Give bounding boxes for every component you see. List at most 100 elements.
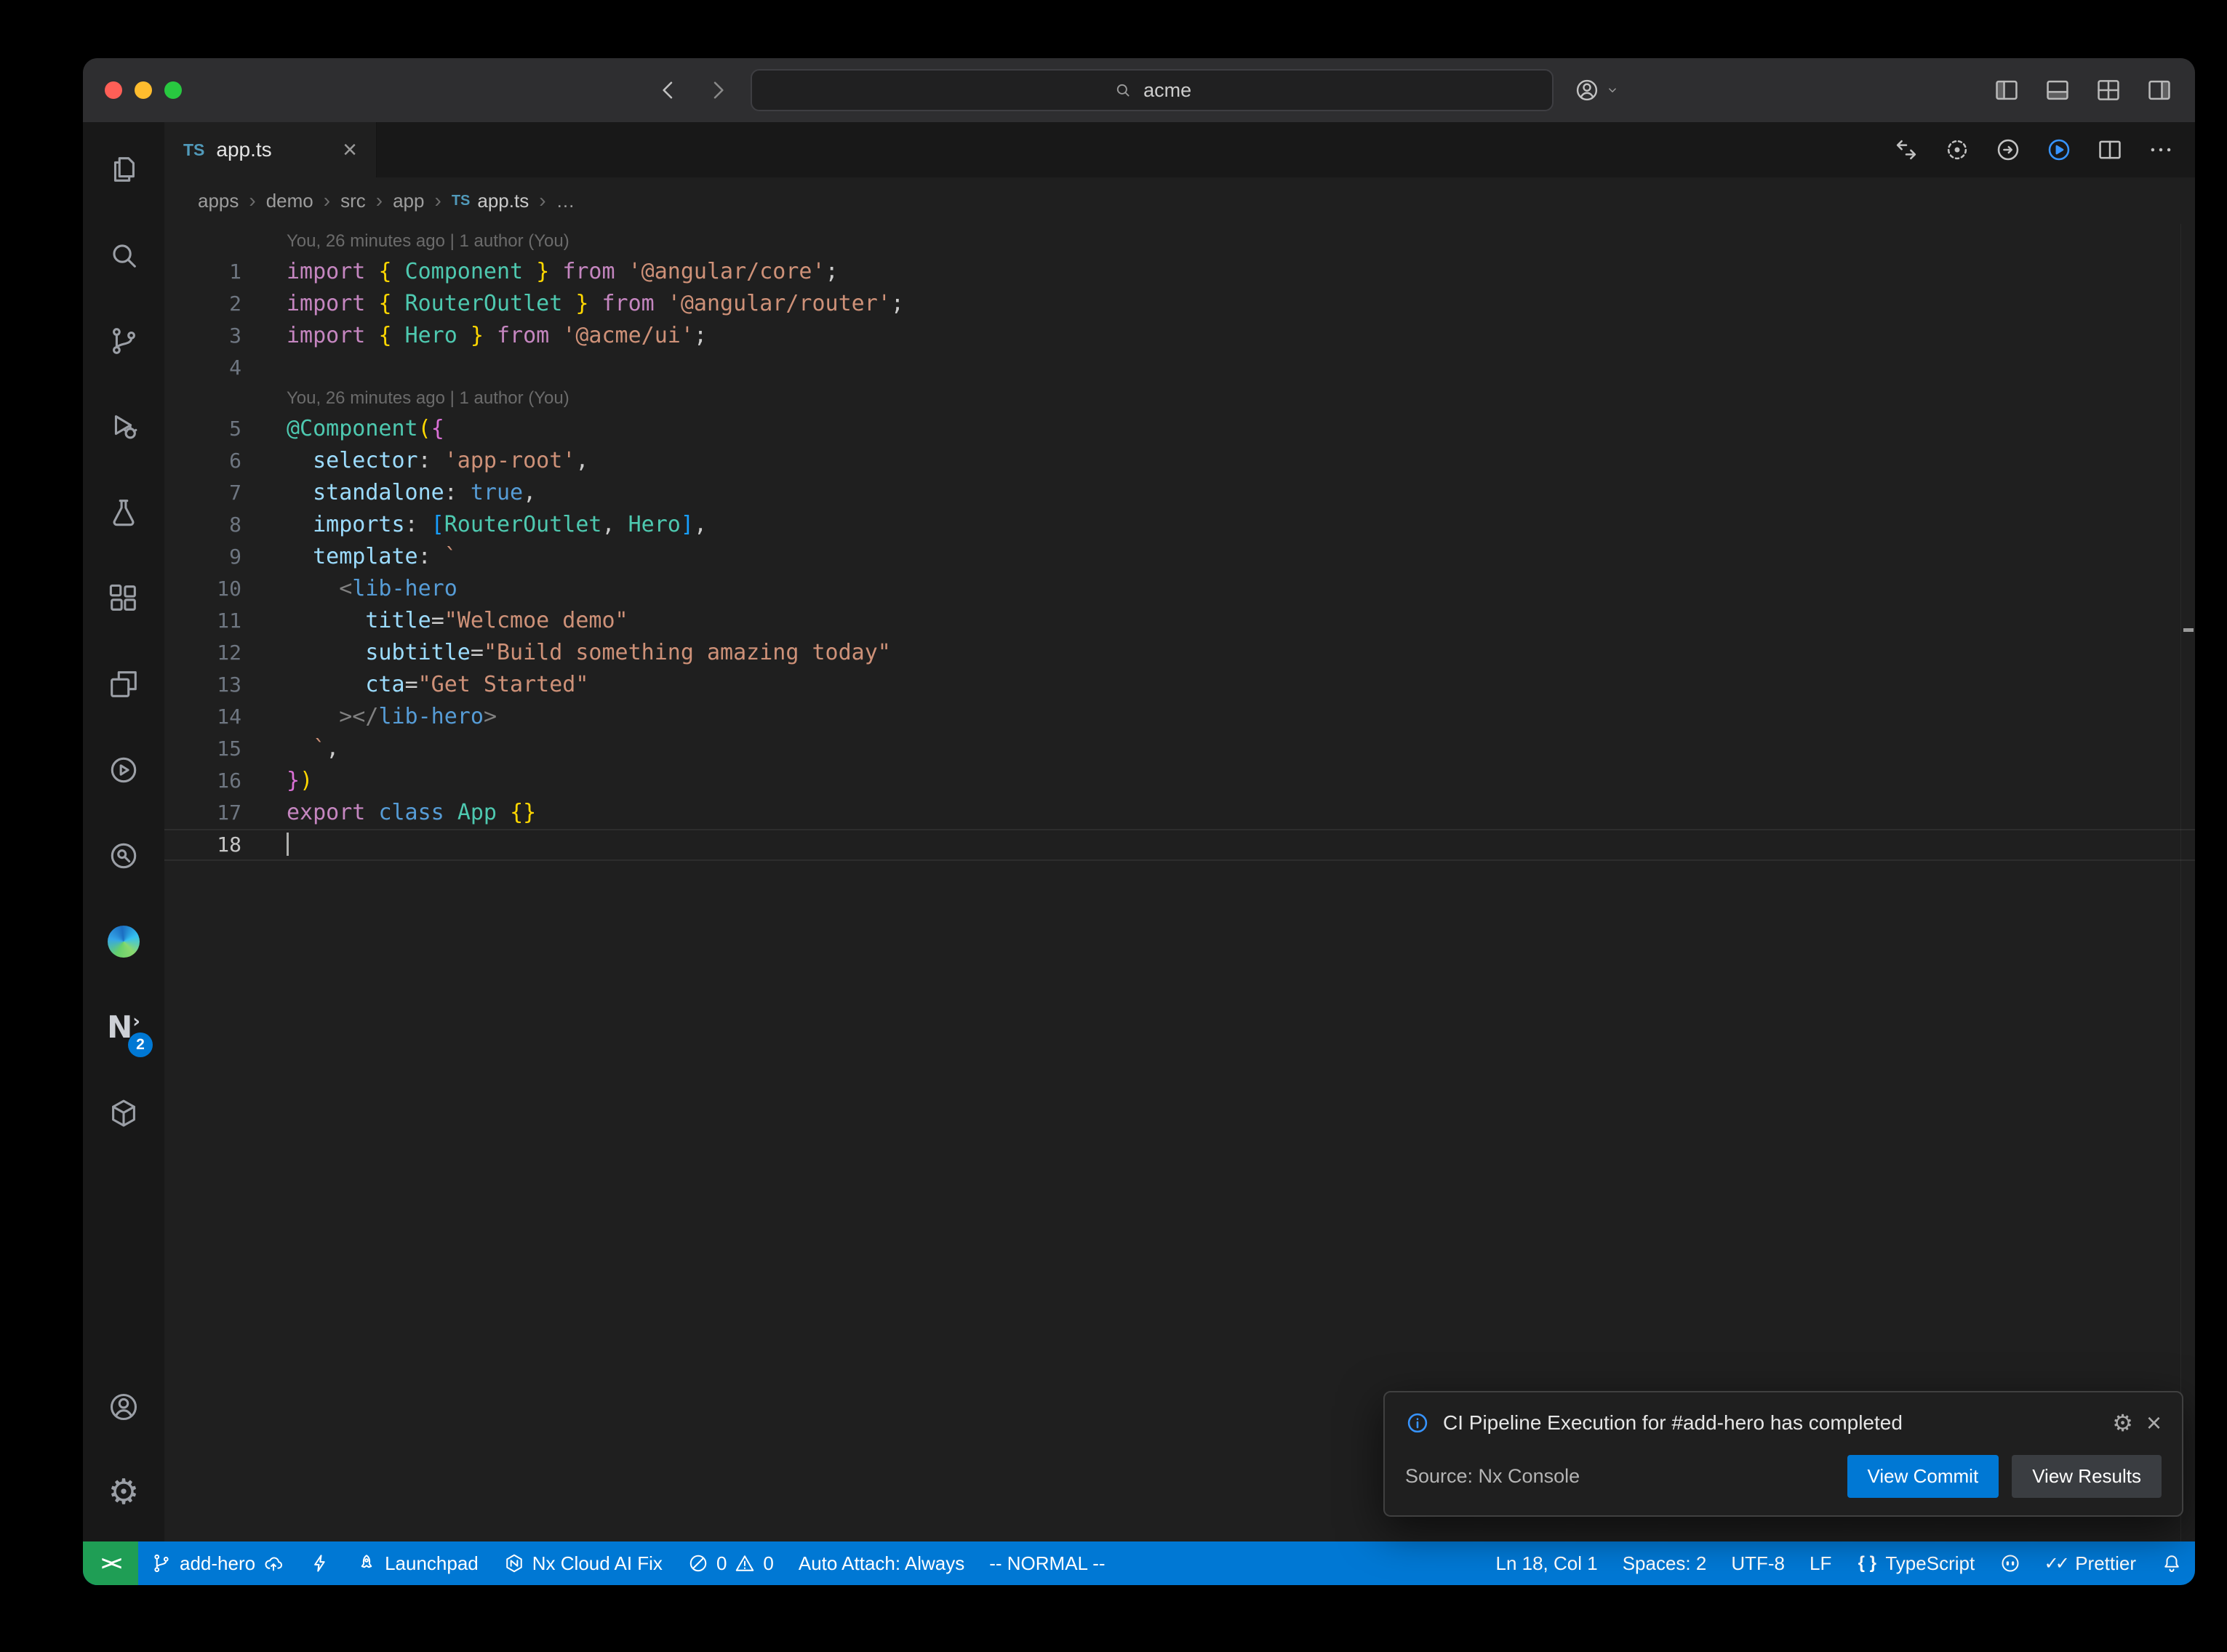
view-results-button[interactable]: View Results xyxy=(2012,1455,2162,1498)
line-number[interactable]: 7 xyxy=(164,477,287,509)
status-nx-cloud-ai-fix[interactable]: Nx Cloud AI Fix xyxy=(491,1541,675,1585)
line-number[interactable]: 11 xyxy=(164,605,287,637)
blame-toggle-icon[interactable] xyxy=(1943,136,1971,164)
line-number[interactable]: 14 xyxy=(164,701,287,733)
status-prettier[interactable]: ✓✓Prettier xyxy=(2034,1541,2148,1585)
code-line-6[interactable]: 6 selector: 'app-root', xyxy=(164,445,2195,477)
line-number[interactable]: 4 xyxy=(164,352,287,384)
tab-app-ts[interactable]: TS app.ts × xyxy=(164,122,377,177)
customize-layout-icon[interactable] xyxy=(2095,76,2122,104)
activity-run-debug-button[interactable] xyxy=(83,384,164,470)
activity-run-targets-button[interactable] xyxy=(83,727,164,813)
code-line-13[interactable]: 13 cta="Get Started" xyxy=(164,669,2195,701)
line-number[interactable]: 18 xyxy=(164,829,287,861)
minimize-window-button[interactable] xyxy=(135,81,152,99)
notification-settings-icon[interactable]: ⚙ xyxy=(2112,1411,2133,1435)
code-line-15[interactable]: 15 `, xyxy=(164,733,2195,765)
line-number[interactable]: 12 xyxy=(164,637,287,669)
split-editor-icon[interactable] xyxy=(2096,136,2124,164)
line-number[interactable]: 13 xyxy=(164,669,287,701)
history-nav xyxy=(655,76,732,104)
status-copilot[interactable] xyxy=(1987,1541,2034,1585)
activity-package-explorer-button[interactable] xyxy=(83,1070,164,1156)
more-actions-icon[interactable] xyxy=(2147,136,2175,164)
code-line-3[interactable]: 3import { Hero } from '@acme/ui'; xyxy=(164,320,2195,352)
status-eol[interactable]: LF xyxy=(1797,1541,1844,1585)
close-window-button[interactable] xyxy=(105,81,122,99)
breadcrumb-item[interactable]: src xyxy=(340,190,366,212)
status-auto-attach[interactable]: Auto Attach: Always xyxy=(786,1541,977,1585)
open-changes-icon[interactable] xyxy=(1892,136,1920,164)
line-number[interactable]: 5 xyxy=(164,413,287,445)
code-line-4[interactable]: 4 xyxy=(164,352,2195,384)
toggle-panel-icon[interactable] xyxy=(2044,76,2071,104)
code-line-1[interactable]: 1import { Component } from '@angular/cor… xyxy=(164,256,2195,288)
code-editor[interactable]: You, 26 minutes ago | 1 author (You)1imp… xyxy=(164,224,2195,1541)
line-number[interactable]: 3 xyxy=(164,320,287,352)
code-line-5[interactable]: 5@Component({ xyxy=(164,413,2195,445)
view-commit-button[interactable]: View Commit xyxy=(1847,1455,1999,1498)
forward-icon[interactable] xyxy=(704,76,732,104)
line-number[interactable]: 16 xyxy=(164,765,287,797)
activity-layers-view-button[interactable] xyxy=(83,641,164,727)
code-line-8[interactable]: 8 imports: [RouterOutlet, Hero], xyxy=(164,509,2195,541)
breadcrumb-file[interactable]: TSapp.ts xyxy=(452,190,529,212)
activity-edge-browser-button[interactable] xyxy=(83,899,164,985)
activity-code-search-button[interactable] xyxy=(83,813,164,899)
layout-controls xyxy=(1993,76,2173,104)
overview-ruler[interactable] xyxy=(2180,224,2195,1541)
go-to-symbol-icon[interactable] xyxy=(1994,136,2022,164)
status-indentation[interactable]: Spaces: 2 xyxy=(1610,1541,1719,1585)
code-line-9[interactable]: 9 template: ` xyxy=(164,541,2195,573)
line-number[interactable]: 15 xyxy=(164,733,287,765)
status-cursor-position[interactable]: Ln 18, Col 1 xyxy=(1483,1541,1610,1585)
status-vim-mode[interactable]: -- NORMAL -- xyxy=(977,1541,1117,1585)
activity-settings-button[interactable]: ⚙ xyxy=(83,1450,164,1536)
close-tab-icon[interactable]: × xyxy=(343,136,357,164)
toggle-primary-sidebar-icon[interactable] xyxy=(1993,76,2020,104)
activity-testing-button[interactable] xyxy=(83,470,164,556)
activity-accounts-button[interactable] xyxy=(83,1364,164,1450)
account-menu[interactable] xyxy=(1574,77,1620,103)
remote-indicator[interactable]: >< xyxy=(83,1541,138,1585)
line-number[interactable]: 17 xyxy=(164,797,287,829)
breadcrumb-item[interactable]: demo xyxy=(266,190,313,212)
activity-nx-console-button[interactable]: N›2 xyxy=(83,985,164,1070)
close-notification-icon[interactable]: × xyxy=(2146,1410,2162,1436)
run-file-icon[interactable] xyxy=(2045,136,2073,164)
code-line-18[interactable]: 18 xyxy=(164,829,2195,861)
line-number[interactable]: 8 xyxy=(164,509,287,541)
status-problems[interactable]: 00 xyxy=(675,1541,786,1585)
command-center-search[interactable]: acme xyxy=(751,69,1554,111)
breadcrumb-item[interactable]: apps xyxy=(198,190,239,212)
code-line-16[interactable]: 16}) xyxy=(164,765,2195,797)
line-number[interactable]: 10 xyxy=(164,573,287,605)
breadcrumb-symbol[interactable]: … xyxy=(556,190,575,212)
line-number[interactable]: 1 xyxy=(164,256,287,288)
status-notifications[interactable] xyxy=(2148,1541,2195,1585)
breadcrumb-item[interactable]: app xyxy=(393,190,424,212)
toggle-secondary-sidebar-icon[interactable] xyxy=(2146,76,2173,104)
status-bolt[interactable] xyxy=(297,1541,343,1585)
status-language-mode[interactable]: { }TypeScript xyxy=(1844,1541,1987,1585)
activity-explorer-button[interactable] xyxy=(83,127,164,212)
code-line-14[interactable]: 14 ></lib-hero> xyxy=(164,701,2195,733)
code-text: import { Hero } from '@acme/ui'; xyxy=(287,320,2195,352)
code-line-17[interactable]: 17export class App {} xyxy=(164,797,2195,829)
activity-source-control-button[interactable] xyxy=(83,298,164,384)
status-launchpad[interactable]: Launchpad xyxy=(343,1541,491,1585)
line-number[interactable]: 9 xyxy=(164,541,287,573)
status-branch[interactable]: add-hero xyxy=(138,1541,297,1585)
activity-search-button[interactable] xyxy=(83,212,164,298)
code-line-12[interactable]: 12 subtitle="Build something amazing tod… xyxy=(164,637,2195,669)
code-line-2[interactable]: 2import { RouterOutlet } from '@angular/… xyxy=(164,288,2195,320)
activity-extensions-button[interactable] xyxy=(83,556,164,641)
code-line-11[interactable]: 11 title="Welcmoe demo" xyxy=(164,605,2195,637)
status-encoding[interactable]: UTF-8 xyxy=(1719,1541,1797,1585)
maximize-window-button[interactable] xyxy=(164,81,182,99)
code-line-7[interactable]: 7 standalone: true, xyxy=(164,477,2195,509)
line-number[interactable]: 6 xyxy=(164,445,287,477)
line-number[interactable]: 2 xyxy=(164,288,287,320)
back-icon[interactable] xyxy=(655,76,682,104)
code-line-10[interactable]: 10 <lib-hero xyxy=(164,573,2195,605)
